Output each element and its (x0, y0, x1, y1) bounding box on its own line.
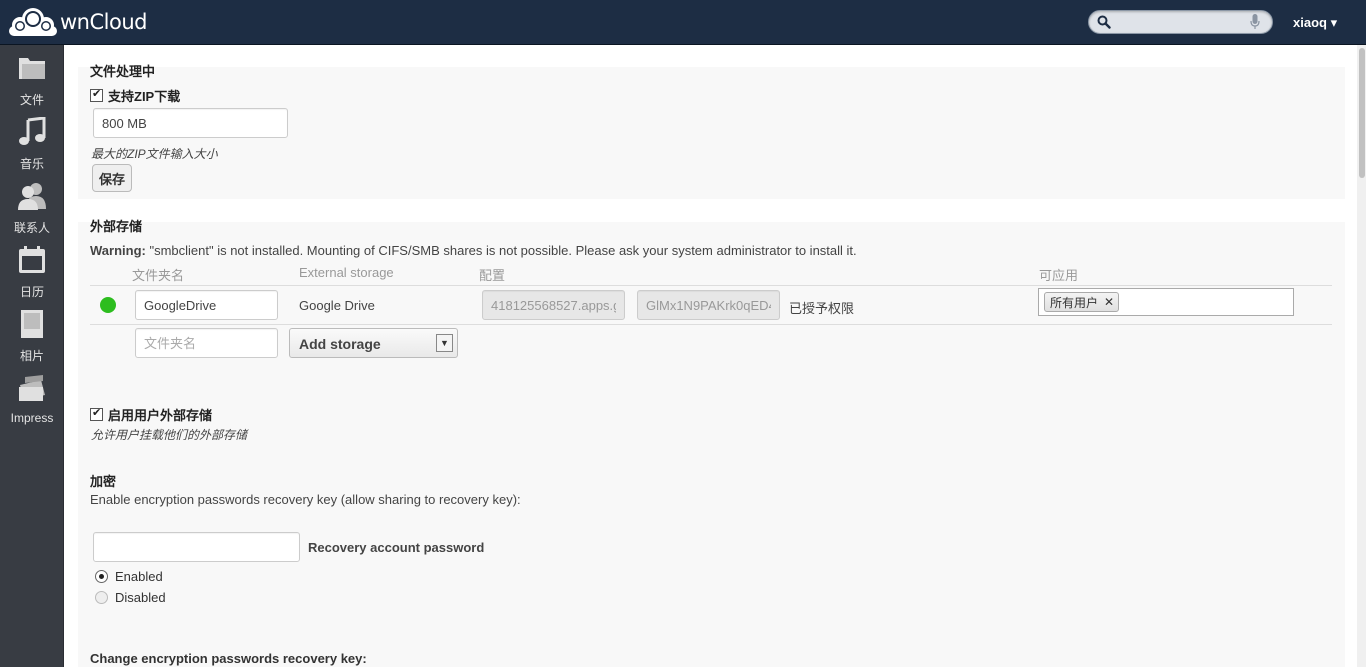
photos-icon (21, 310, 43, 338)
impress-icon (19, 375, 45, 401)
top-header: wnCloud xiaoq ▾ (0, 0, 1366, 45)
mount-folder-name-input[interactable] (135, 290, 278, 320)
column-folder-name: 文件夹名 (132, 268, 185, 283)
section-title: 文件处理中 (90, 64, 156, 79)
search-icon (1097, 15, 1111, 29)
nav-item-calendar[interactable]: 日历 (0, 237, 64, 301)
section-title: 外部存储 (90, 219, 143, 234)
microphone-icon[interactable] (1250, 14, 1260, 30)
zip-download-label: 支持ZIP下载 (108, 89, 181, 104)
user-mounting-hint: 允许用户挂载他们的外部存储 (91, 428, 248, 442)
recovery-disabled-option[interactable]: Disabled (95, 590, 166, 605)
table-divider (90, 285, 1332, 286)
user-mounting-option[interactable]: 启用用户外部存储 (90, 405, 212, 424)
user-mounting-label: 启用用户外部存储 (108, 408, 213, 423)
enabled-label: Enabled (115, 569, 163, 584)
nav-item-music[interactable]: 音乐 (0, 109, 64, 173)
new-mount-folder-input[interactable] (135, 328, 278, 358)
nav-label: Impress (10, 411, 54, 425)
scrollbar-thumb[interactable] (1359, 48, 1365, 178)
section-title: 加密 (90, 474, 117, 489)
remove-chip-icon[interactable]: ✕ (1104, 295, 1114, 309)
owncloud-logo[interactable]: wnCloud (8, 5, 147, 39)
add-storage-select[interactable]: Add storage ▼ (289, 328, 458, 358)
max-zip-hint: 最大的ZIP文件输入大小 (91, 147, 218, 161)
column-external-storage: External storage (299, 265, 394, 280)
recovery-password-input[interactable] (93, 532, 300, 562)
applicable-chip: 所有用户 ✕ (1044, 292, 1120, 312)
nav-item-contacts[interactable]: 联系人 (0, 173, 64, 237)
disabled-radio[interactable] (95, 591, 108, 604)
access-granted-status: 已授予权限 (789, 301, 855, 316)
column-configuration: 配置 (479, 268, 506, 283)
external-storage-section: 外部存储 Warning: "smbclient" is not install… (78, 219, 1345, 487)
zip-download-checkbox[interactable] (90, 87, 103, 102)
app-navigation: 文件 音乐 联系人 日历 相片 Impress (0, 45, 64, 667)
enabled-radio[interactable] (95, 570, 108, 583)
applicable-chip-label: 所有用户 (1050, 295, 1099, 310)
recovery-enabled-option[interactable]: Enabled (95, 569, 163, 584)
calendar-icon (19, 246, 45, 273)
nav-label: 联系人 (13, 221, 50, 235)
applicable-users-chooser[interactable]: 所有用户 ✕ (1038, 288, 1294, 316)
add-storage-label: Add storage (299, 336, 381, 352)
client-id-input[interactable] (482, 290, 625, 320)
storage-backend-name: Google Drive (299, 298, 375, 313)
recovery-key-description: Enable encryption passwords recovery key… (90, 492, 521, 507)
column-applicable: 可应用 (1039, 268, 1079, 283)
nav-item-photos[interactable]: 相片 (0, 301, 64, 365)
user-mounting-checkbox[interactable] (90, 406, 103, 421)
nav-label: 日历 (19, 285, 44, 299)
table-divider (90, 324, 1332, 325)
user-menu[interactable]: xiaoq ▾ (1293, 15, 1337, 31)
file-handling-section: 文件处理中 支持ZIP下载 最大的ZIP文件输入大小 保存 (78, 64, 1345, 199)
nav-label: 音乐 (19, 157, 44, 171)
admin-settings-content: 文件处理中 支持ZIP下载 最大的ZIP文件输入大小 保存 外部存储 Warni… (65, 45, 1357, 667)
nav-label: 相片 (19, 349, 44, 363)
logo-text: wnCloud (60, 10, 147, 34)
search-input[interactable] (1088, 10, 1273, 34)
change-recovery-key-title: Change encryption passwords recovery key… (90, 651, 367, 666)
nav-item-files[interactable]: 文件 (0, 45, 64, 109)
chevron-down-icon: ▼ (436, 334, 453, 352)
warning-label: Warning: (90, 243, 146, 258)
cloud-logo-icon (9, 8, 57, 36)
client-secret-input[interactable] (637, 290, 780, 320)
encryption-section: 加密 Enable encryption passwords recovery … (78, 463, 1345, 667)
nav-label: 文件 (19, 93, 44, 107)
mount-status-indicator (100, 297, 116, 313)
zip-download-option[interactable]: 支持ZIP下载 (90, 86, 180, 105)
max-zip-size-input[interactable] (93, 108, 288, 138)
nav-item-impress[interactable]: Impress (0, 365, 64, 429)
music-icon (19, 117, 46, 145)
warning-text: "smbclient" is not installed. Mounting o… (145, 243, 857, 258)
folder-icon (19, 58, 45, 79)
contacts-icon (18, 183, 46, 210)
smbclient-warning: Warning: "smbclient" is not installed. M… (90, 243, 857, 258)
disabled-label: Disabled (115, 590, 166, 605)
recovery-password-label: Recovery account password (308, 540, 485, 555)
save-button[interactable]: 保存 (92, 164, 133, 192)
